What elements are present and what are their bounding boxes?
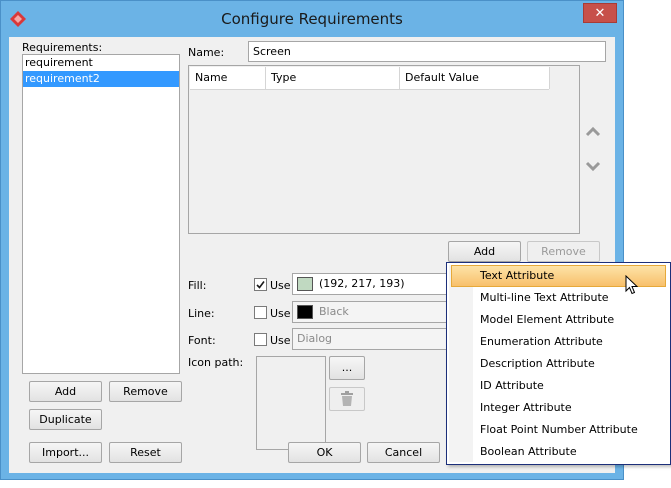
list-item[interactable]: requirement <box>23 55 179 71</box>
checkmark-icon <box>256 281 265 289</box>
icon-path-label: Icon path: <box>188 356 244 369</box>
browse-icon-button[interactable]: ... <box>329 356 365 380</box>
menu-item-float-point-number-attribute[interactable]: Float Point Number Attribute <box>451 419 666 441</box>
add-requirement-button[interactable]: Add <box>29 381 102 402</box>
title-bar[interactable]: Configure Requirements ✕ <box>1 1 623 37</box>
name-label: Name: <box>188 46 225 59</box>
line-color-value: Black <box>319 305 349 318</box>
window-title: Configure Requirements <box>221 10 403 28</box>
font-use-checkbox[interactable] <box>254 333 267 346</box>
fill-color-combo[interactable]: (192, 217, 193) <box>292 273 452 295</box>
font-use-label: Use <box>270 334 291 347</box>
name-input[interactable]: Screen <box>248 41 606 62</box>
icon-preview <box>256 356 326 450</box>
chevron-down-icon[interactable] <box>584 159 602 175</box>
column-header-default-value[interactable]: Default Value <box>400 67 550 89</box>
remove-requirement-button[interactable]: Remove <box>109 381 182 402</box>
import-button[interactable]: Import... <box>29 442 102 463</box>
table-header: Name Type Default Value <box>190 67 550 90</box>
line-color-combo[interactable]: Black <box>292 301 452 323</box>
requirements-list[interactable]: requirement requirement2 <box>22 54 180 374</box>
delete-icon-button[interactable] <box>329 387 365 411</box>
fill-use-label: Use <box>270 279 291 292</box>
line-use-checkbox[interactable] <box>254 306 267 319</box>
column-header-name[interactable]: Name <box>190 67 266 89</box>
fill-color-swatch <box>297 277 313 291</box>
menu-item-description-attribute[interactable]: Description Attribute <box>451 353 666 375</box>
menu-item-enumeration-attribute[interactable]: Enumeration Attribute <box>451 331 666 353</box>
attributes-table[interactable]: Name Type Default Value <box>188 65 580 234</box>
list-item[interactable]: requirement2 <box>23 71 179 87</box>
cancel-button[interactable]: Cancel <box>367 442 440 463</box>
line-label: Line: <box>188 307 215 320</box>
duplicate-button[interactable]: Duplicate <box>29 409 102 430</box>
font-value: Dialog <box>297 332 333 345</box>
add-attribute-button[interactable]: Add <box>448 241 521 262</box>
fill-use-checkbox[interactable] <box>254 278 267 291</box>
line-color-swatch <box>297 305 313 319</box>
fill-color-value: (192, 217, 193) <box>319 277 405 290</box>
column-header-type[interactable]: Type <box>266 67 400 89</box>
font-label: Font: <box>188 334 216 347</box>
ok-button[interactable]: OK <box>288 442 361 463</box>
reset-button[interactable]: Reset <box>109 442 182 463</box>
menu-item-model-element-attribute[interactable]: Model Element Attribute <box>451 309 666 331</box>
menu-item-boolean-attribute[interactable]: Boolean Attribute <box>451 441 666 463</box>
trash-icon <box>341 391 353 406</box>
close-button[interactable]: ✕ <box>583 3 617 23</box>
line-use-label: Use <box>270 307 291 320</box>
requirements-label: Requirements: <box>22 41 103 54</box>
font-combo[interactable]: Dialog <box>292 328 452 350</box>
chevron-up-icon[interactable] <box>584 125 602 141</box>
menu-item-id-attribute[interactable]: ID Attribute <box>451 375 666 397</box>
menu-item-integer-attribute[interactable]: Integer Attribute <box>451 397 666 419</box>
fill-label: Fill: <box>188 279 207 292</box>
remove-attribute-button[interactable]: Remove <box>527 241 600 262</box>
mouse-pointer-icon <box>625 275 639 295</box>
